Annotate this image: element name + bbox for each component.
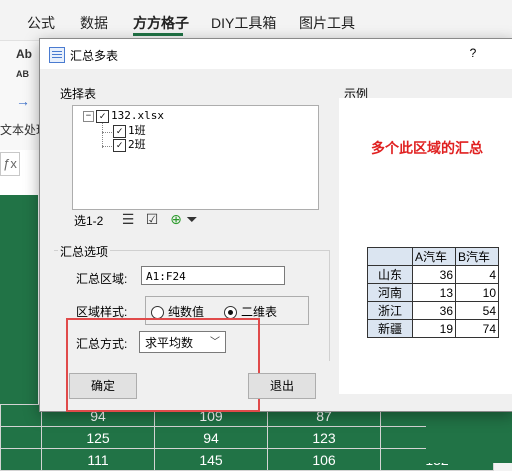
exit-button[interactable]: 退出 <box>248 373 316 399</box>
table-row: 111 145 106 132 <box>0 448 494 471</box>
cell[interactable]: 111 <box>41 448 155 471</box>
ribbon-item-ab[interactable]: Ab <box>16 47 32 61</box>
range-label: 汇总区域: <box>76 272 128 286</box>
dialog-titlebar[interactable]: 汇总多表 ? <box>40 39 512 69</box>
table-row: 浙江 36 54 <box>367 301 499 320</box>
dialog-app-icon <box>49 47 65 63</box>
checkbox-icon[interactable]: ✓ <box>113 124 126 138</box>
collapse-icon[interactable]: − <box>83 110 94 122</box>
example-title: 多个此区域的汇总 <box>371 140 483 156</box>
ok-button[interactable]: 确定 <box>69 373 137 399</box>
table-row: 新疆 19 74 <box>367 319 499 338</box>
check-all-icon[interactable]: ☑ <box>144 211 160 227</box>
cell[interactable]: 145 <box>154 448 268 471</box>
example-table: A汽车 B汽车 山东 36 4 河南 13 10 浙江 36 54 新疆 19 <box>367 247 499 338</box>
tab-fangfang[interactable]: 方方格子 <box>133 13 189 33</box>
table-row: A汽车 B汽车 <box>367 247 499 266</box>
tab-diy-toolbox[interactable]: DIY工具箱 <box>211 13 276 33</box>
filter-icon[interactable]: ⏷ <box>184 211 200 227</box>
sheet-tree[interactable]: − ✓ 132.xlsx ✓ 1班 ✓ 2班 <box>72 105 319 210</box>
dialog-title: 汇总多表 <box>70 49 119 63</box>
worksheet-grid: 94 109 87 114 125 94 123 112 111 145 106… <box>0 404 494 471</box>
tree-child-label: 1班 <box>128 124 146 137</box>
active-tab-indicator <box>133 33 183 36</box>
checkbox-icon[interactable]: ✓ <box>113 138 126 152</box>
ribbon-item-ab-small[interactable]: AB <box>16 69 29 79</box>
tree-toolbar: 选1-2 ☰ ☑ ⊕ ⏷ <box>72 209 317 229</box>
help-button[interactable]: ? <box>466 46 480 60</box>
table-row: 山东 36 4 <box>367 265 499 284</box>
table-row: 125 94 123 112 <box>0 426 494 449</box>
tab-formulas[interactable]: 公式 <box>27 13 55 33</box>
cell[interactable]: 125 <box>41 426 155 449</box>
selection-count: 选1-2 <box>74 214 104 228</box>
add-icon[interactable]: ⊕ <box>168 211 184 227</box>
cell[interactable]: 123 <box>267 426 381 449</box>
tree-child-item[interactable]: ✓ 2班 <box>113 138 146 152</box>
range-input[interactable]: A1:F24 <box>141 266 285 285</box>
select-table-group-label: 选择表 <box>58 85 99 102</box>
tree-root-label: 132.xlsx <box>111 109 164 122</box>
ribbon-tab-bar: 公式 数据 方方格子 DIY工具箱 图片工具 <box>0 0 512 40</box>
tab-image-tools[interactable]: 图片工具 <box>299 13 355 33</box>
checkbox-icon[interactable]: ✓ <box>96 109 109 123</box>
cell[interactable]: 106 <box>267 448 381 471</box>
tree-child-label: 2班 <box>128 138 146 151</box>
example-panel: 多个此区域的汇总 A汽车 B汽车 山东 36 4 河南 13 10 浙江 36 … <box>339 98 512 394</box>
cell[interactable]: 94 <box>154 426 268 449</box>
tab-data[interactable]: 数据 <box>80 13 108 33</box>
summary-dialog: 汇总多表 ? 选择表 − ✓ 132.xlsx ✓ 1班 ✓ 2班 选1-2 ☰ ☑ ⊕… <box>39 38 512 412</box>
table-row: 河南 13 10 <box>367 283 499 302</box>
tree-child-item[interactable]: ✓ 1班 <box>113 124 146 138</box>
summary-options-label: 汇总选项 <box>58 243 111 260</box>
list-icon[interactable]: ☰ <box>120 211 136 227</box>
sheet-selection-area <box>426 404 512 463</box>
function-icon[interactable]: ƒx <box>0 152 20 176</box>
ribbon-arrow-icon[interactable]: → <box>16 93 30 109</box>
tree-root-item[interactable]: − ✓ 132.xlsx <box>83 109 164 123</box>
